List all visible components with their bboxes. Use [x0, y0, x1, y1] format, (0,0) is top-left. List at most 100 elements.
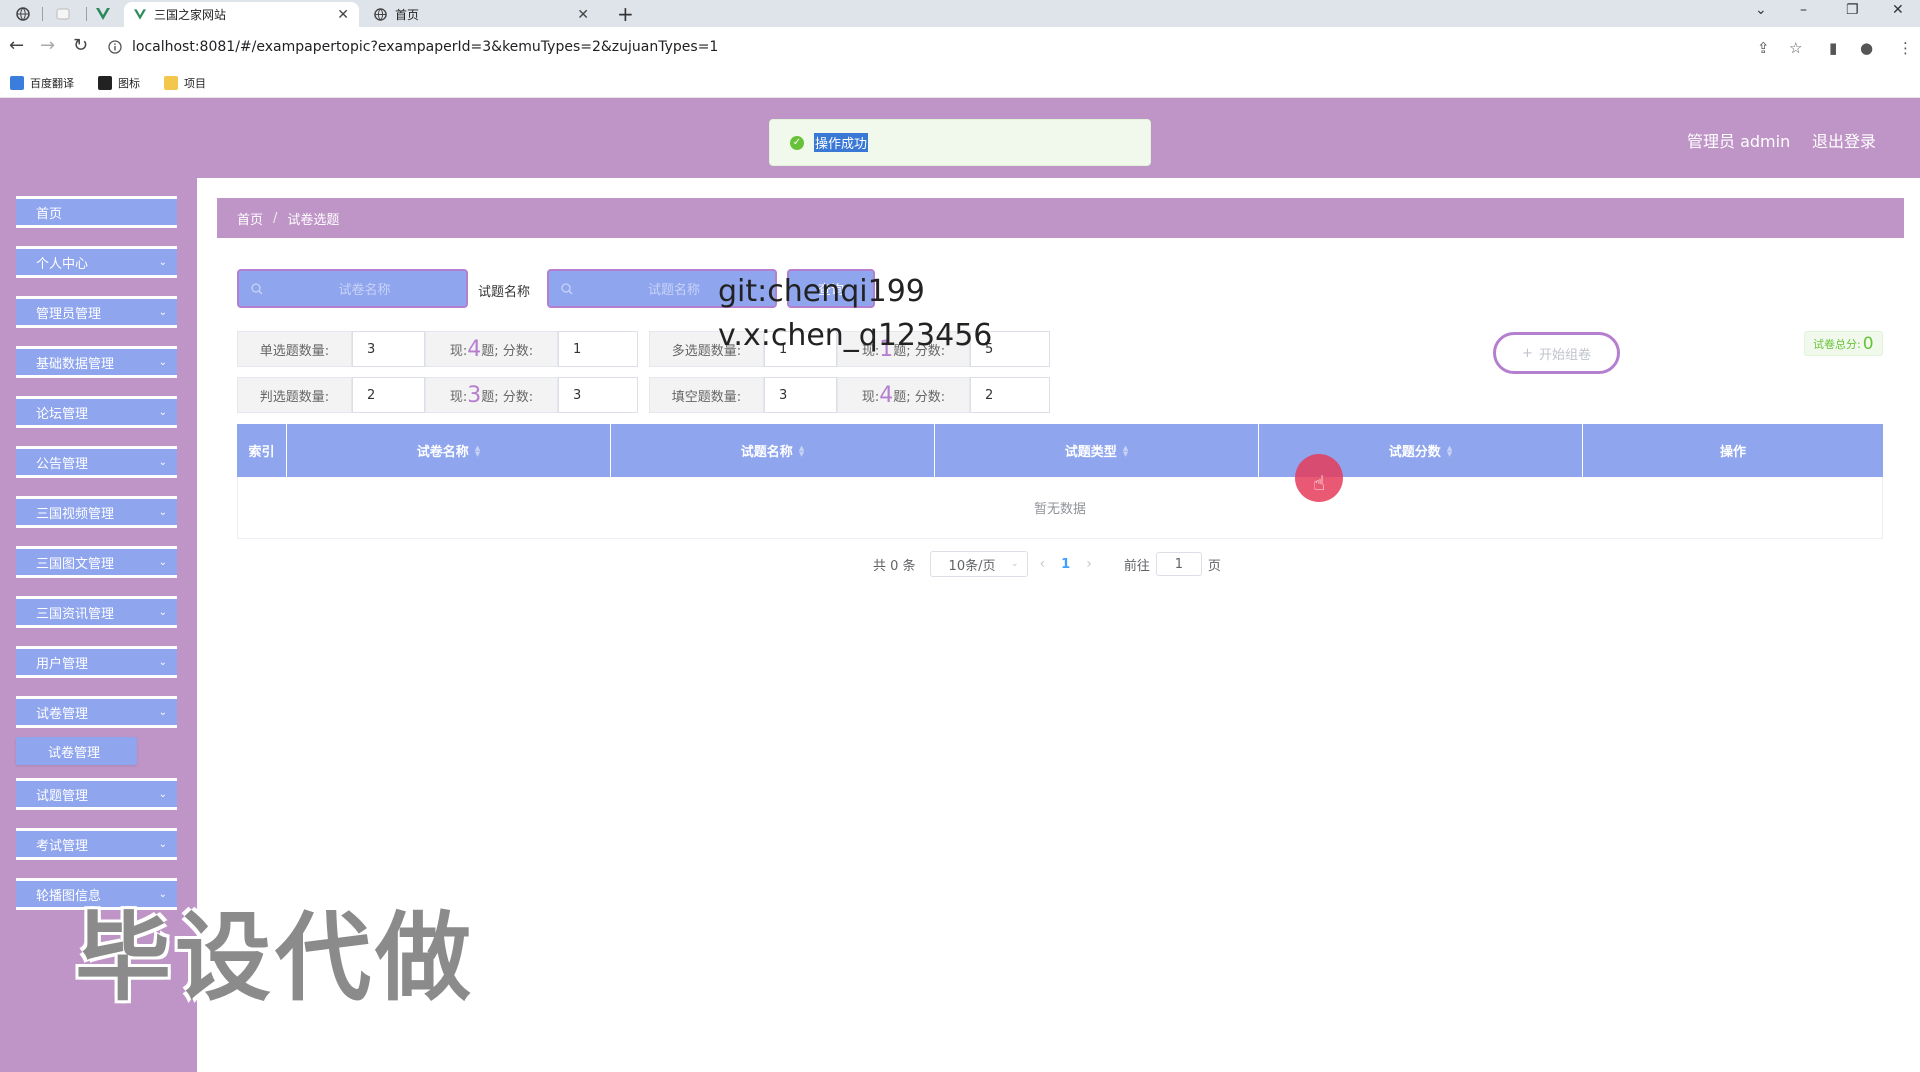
- sidebar-item[interactable]: 三国资讯管理 ⌄: [16, 596, 177, 628]
- close-tab-icon[interactable]: ✕: [577, 7, 589, 23]
- next-page-icon[interactable]: ›: [1086, 556, 1092, 572]
- info-icon[interactable]: [108, 40, 122, 54]
- single-choice-count-input[interactable]: 3: [352, 331, 425, 367]
- profile-icon[interactable]: ●: [1860, 39, 1873, 57]
- table-header: 索引 试卷名称 ▲ ▼ 试题名称 ▲ ▼ 试题类型 ▲ ▼ 试题分数 ▲ ▼ 操作: [237, 424, 1883, 477]
- judge-current: 3: [467, 382, 482, 408]
- table-column-header[interactable]: 试卷名称 ▲ ▼: [287, 424, 611, 477]
- pagination: 共 0 条 10条/页 ⌄ ‹ 1 › 前往 1 页: [873, 550, 1221, 578]
- table-column-header: 操作: [1583, 424, 1883, 477]
- address-bar[interactable]: localhost:8081/#/exampapertopic?exampape…: [108, 34, 718, 60]
- start-compose-label: 开始组卷: [1538, 347, 1591, 363]
- tab-search-icon[interactable]: ⌄: [1755, 2, 1767, 18]
- search-icon: [251, 282, 263, 294]
- sidebar-item[interactable]: 三国视频管理 ⌄: [16, 496, 177, 528]
- globe-icon[interactable]: [8, 3, 38, 25]
- page-number[interactable]: 1: [1061, 557, 1070, 572]
- watermark-text: 毕设代做: [75, 902, 475, 1014]
- column-header-label: 试题名称: [740, 445, 793, 460]
- judge-label: 判选题数量:: [237, 377, 352, 413]
- single-choice-score-input[interactable]: 1: [558, 331, 638, 367]
- chevron-down-icon: ⌄: [158, 838, 167, 850]
- close-window-icon[interactable]: ✕: [1892, 2, 1904, 18]
- table-column-header[interactable]: 试题名称 ▲ ▼: [611, 424, 935, 477]
- sidebar-item-label: 试卷管理: [36, 706, 89, 722]
- tab-home[interactable]: 首页 ✕: [364, 2, 599, 27]
- sidebar-item[interactable]: 首页: [16, 196, 177, 228]
- sidebar-item[interactable]: 公告管理 ⌄: [16, 446, 177, 478]
- bookmark-projects[interactable]: 项目: [164, 75, 206, 91]
- sidebar-item-label: 三国图文管理: [36, 556, 115, 572]
- fill-blank-current: 4: [879, 382, 894, 408]
- single-choice-current: 4: [467, 336, 482, 362]
- column-header-label: 试题分数: [1388, 445, 1441, 460]
- minimize-icon[interactable]: –: [1800, 2, 1807, 18]
- sidebar-item[interactable]: 试题管理 ⌄: [16, 778, 177, 810]
- sidebar-item[interactable]: 试卷管理 ⌄: [16, 696, 177, 728]
- restore-icon[interactable]: ❐: [1846, 2, 1859, 18]
- judge-count-input[interactable]: 2: [352, 377, 425, 413]
- chevron-down-icon: ⌄: [158, 506, 167, 518]
- tab-sanguo[interactable]: 三国之家网站 ✕: [124, 2, 359, 27]
- sidebar-item-label: 三国资讯管理: [36, 606, 115, 622]
- back-icon[interactable]: ←: [9, 37, 24, 55]
- overlay-git: git:chenqi199: [718, 274, 925, 309]
- sort-caret-icon[interactable]: ▲ ▼: [475, 444, 480, 457]
- sidebar-item[interactable]: 三国图文管理 ⌄: [16, 546, 177, 578]
- sidebar-item[interactable]: 论坛管理 ⌄: [16, 396, 177, 428]
- page-size-value: 10条/页: [948, 558, 996, 574]
- folder-icon: [164, 76, 178, 90]
- vue-icon[interactable]: [88, 3, 118, 25]
- column-header-label: 试题类型: [1064, 445, 1117, 460]
- question-name-label: 试题名称: [478, 285, 531, 300]
- chevron-down-icon: ⌄: [158, 306, 167, 318]
- bookmark-star-icon[interactable]: ☆: [1789, 39, 1802, 57]
- reload-icon[interactable]: ↻: [73, 37, 88, 55]
- chevron-down-icon: ⌄: [158, 706, 167, 718]
- fill-blank-score-input[interactable]: 2: [970, 377, 1050, 413]
- prev-page-icon[interactable]: ‹: [1040, 556, 1046, 572]
- sidebar-item[interactable]: 个人中心 ⌄: [16, 246, 177, 278]
- search-icon: [561, 282, 573, 294]
- start-compose-button[interactable]: + 开始组卷: [1493, 332, 1620, 374]
- bookmark-icons[interactable]: 图标: [98, 75, 140, 91]
- sidebar-item[interactable]: 用户管理 ⌄: [16, 646, 177, 678]
- sidebar-item-label: 论坛管理: [36, 406, 89, 422]
- paper-name-search-input[interactable]: 试卷名称: [237, 269, 468, 308]
- menu-icon[interactable]: ⋮: [1898, 39, 1913, 57]
- sidebar-item[interactable]: 基础数据管理 ⌄: [16, 346, 177, 378]
- judge-score-input[interactable]: 3: [558, 377, 638, 413]
- submenu-item-exam-paper[interactable]: 试卷管理: [16, 737, 137, 765]
- plus-icon: +: [1522, 345, 1533, 361]
- share-icon[interactable]: ⇪: [1757, 39, 1770, 57]
- total-score-value: 0: [1862, 333, 1874, 354]
- page-icon[interactable]: [48, 3, 78, 25]
- close-tab-icon[interactable]: ✕: [337, 7, 349, 23]
- table-column-header[interactable]: 试题类型 ▲ ▼: [935, 424, 1259, 477]
- sort-caret-icon[interactable]: ▲ ▼: [1123, 444, 1128, 457]
- chevron-down-icon: ⌄: [158, 406, 167, 418]
- breadcrumb-current: 试卷选题: [287, 212, 340, 228]
- logout-link[interactable]: 退出登录: [1812, 128, 1876, 152]
- sidepanel-icon[interactable]: ▮: [1829, 39, 1837, 57]
- new-tab-icon[interactable]: +: [617, 2, 634, 26]
- url-text: localhost:8081/#/exampapertopic?exampape…: [132, 39, 719, 55]
- submenu-label: 试卷管理: [48, 745, 101, 761]
- forward-icon[interactable]: →: [40, 37, 55, 55]
- fill-blank-count-input[interactable]: 3: [764, 377, 837, 413]
- sidebar-item-label: 公告管理: [36, 456, 89, 472]
- chevron-down-icon: ⌄: [1011, 559, 1019, 569]
- sidebar-item[interactable]: 考试管理 ⌄: [16, 828, 177, 860]
- breadcrumb-home[interactable]: 首页: [237, 209, 263, 228]
- sidebar-item-label: 管理员管理: [36, 306, 102, 322]
- fill-blank-label: 填空题数量:: [649, 377, 764, 413]
- sort-caret-icon[interactable]: ▲ ▼: [1447, 444, 1452, 457]
- browser-tab-strip: 三国之家网站 ✕ 首页 ✕ + ⌄ – ❐ ✕: [0, 0, 1920, 27]
- sidebar-item[interactable]: 管理员管理 ⌄: [16, 296, 177, 328]
- bookmarks-bar: 百度翻译 图标 项目: [0, 67, 1920, 98]
- page-size-select[interactable]: 10条/页 ⌄: [929, 551, 1028, 577]
- chevron-down-icon: ⌄: [158, 606, 167, 618]
- goto-page-input[interactable]: 1: [1155, 552, 1202, 576]
- bookmark-translate[interactable]: 百度翻译: [10, 75, 74, 91]
- sort-caret-icon[interactable]: ▲ ▼: [799, 444, 804, 457]
